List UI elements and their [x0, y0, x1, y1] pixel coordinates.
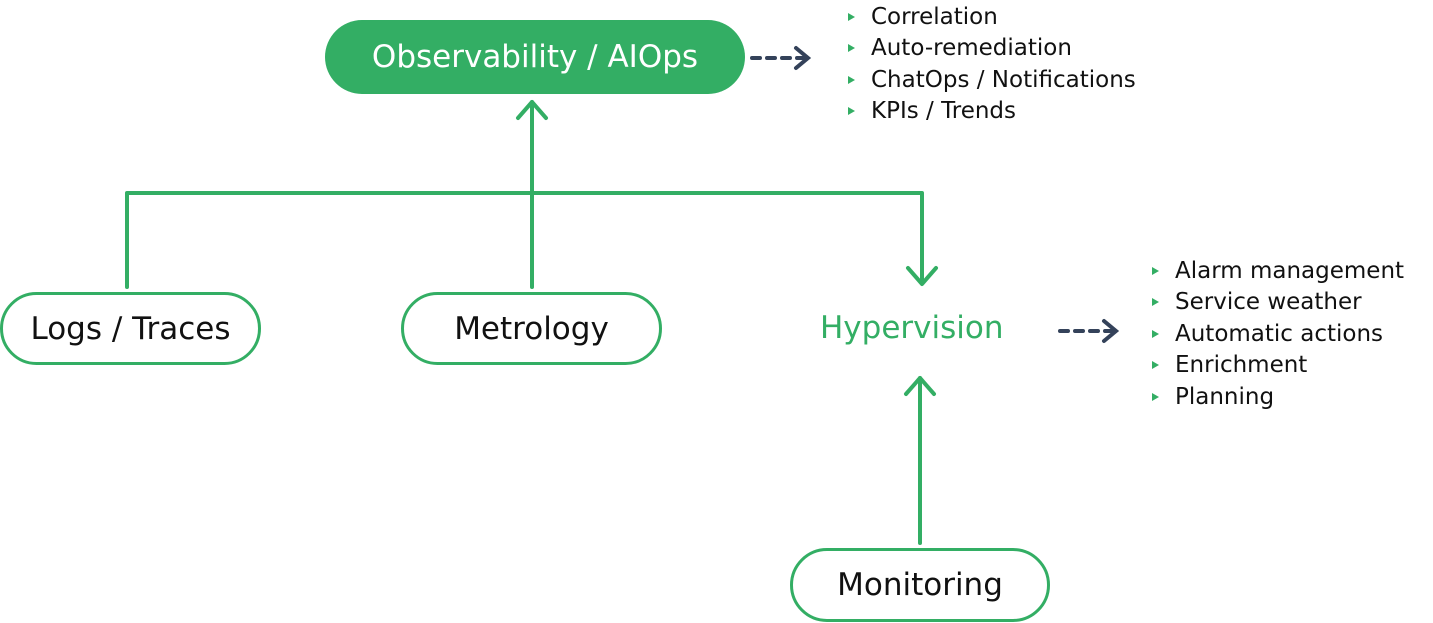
node-hypervision: Hypervision: [820, 310, 1004, 346]
bullet-icon: [1152, 392, 1159, 401]
bullet-icon: [1152, 266, 1159, 275]
observability-feature-list: Correlation Auto-remediation ChatOps / N…: [848, 1, 1136, 127]
list-item: Planning: [1152, 381, 1404, 413]
node-monitoring: Monitoring: [790, 548, 1050, 622]
bullet-icon: [848, 75, 855, 84]
bullet-icon: [848, 12, 855, 21]
bullet-icon: [1152, 298, 1159, 307]
list-item: Service weather: [1152, 287, 1404, 319]
hypervision-feature-list: Alarm management Service weather Automat…: [1152, 255, 1404, 413]
list-item: ChatOps / Notifications: [848, 64, 1136, 96]
list-item: Correlation: [848, 1, 1136, 33]
list-item: Automatic actions: [1152, 318, 1404, 350]
node-metrology: Metrology: [401, 292, 662, 365]
list-item: Enrichment: [1152, 350, 1404, 382]
bus-line: [125, 191, 924, 289]
bullet-icon: [1152, 361, 1159, 370]
bullet-icon: [1152, 329, 1159, 338]
node-logs-traces: Logs / Traces: [0, 292, 261, 365]
list-item: Auto-remediation: [848, 33, 1136, 65]
bullet-icon: [848, 107, 855, 116]
list-item: Alarm management: [1152, 255, 1404, 287]
node-observability-aiops: Observability / AIOps: [325, 20, 745, 94]
list-item: KPIs / Trends: [848, 96, 1136, 128]
bullet-icon: [848, 44, 855, 53]
